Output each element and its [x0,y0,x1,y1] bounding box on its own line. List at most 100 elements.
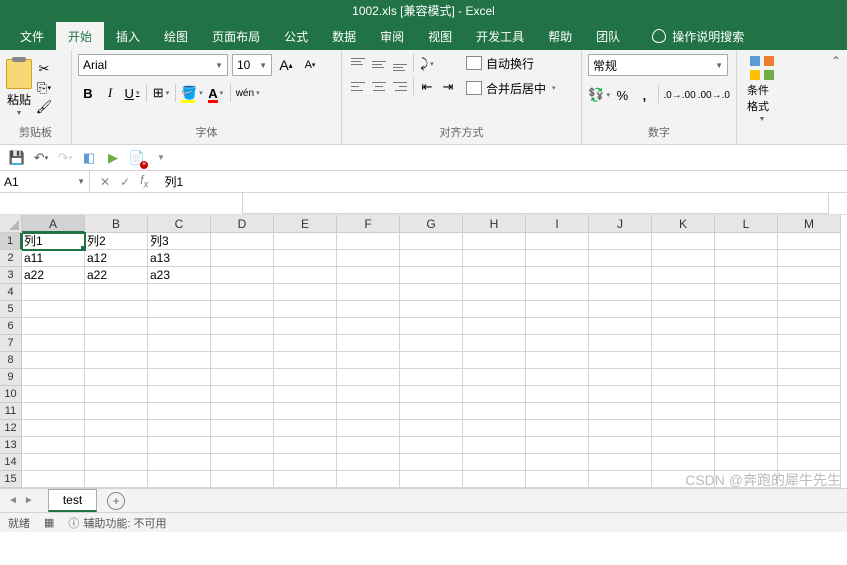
cell-G8[interactable] [400,352,463,369]
tell-me[interactable]: 操作说明搜索 [640,22,756,50]
cell-E9[interactable] [274,369,337,386]
qat-icon-3[interactable]: 📄× [128,149,146,167]
row-header-10[interactable]: 10 [0,386,22,403]
align-left-button[interactable] [348,77,368,97]
cell-G1[interactable] [400,233,463,250]
cell-K3[interactable] [652,267,715,284]
cell-L6[interactable] [715,318,778,335]
row-header-8[interactable]: 8 [0,352,22,369]
cell-B12[interactable] [85,420,148,437]
column-header-D[interactable]: D [211,215,274,233]
cell-G7[interactable] [400,335,463,352]
border-button[interactable]: ⊞▾ [151,83,171,103]
cell-J4[interactable] [589,284,652,301]
cell-J7[interactable] [589,335,652,352]
cell-I4[interactable] [526,284,589,301]
cell-A6[interactable] [22,318,85,335]
cell-G11[interactable] [400,403,463,420]
cell-L10[interactable] [715,386,778,403]
cell-G15[interactable] [400,471,463,488]
cell-D4[interactable] [211,284,274,301]
cell-A8[interactable] [22,352,85,369]
cell-F5[interactable] [337,301,400,318]
cell-H5[interactable] [463,301,526,318]
enter-formula-button[interactable]: ✓ [120,175,130,189]
cell-H3[interactable] [463,267,526,284]
cell-L12[interactable] [715,420,778,437]
cell-C8[interactable] [148,352,211,369]
cell-I15[interactable] [526,471,589,488]
tab-pagelayout[interactable]: 页面布局 [200,22,272,50]
select-all-corner[interactable] [0,215,22,233]
cell-K6[interactable] [652,318,715,335]
cell-A12[interactable] [22,420,85,437]
align-right-button[interactable] [390,77,410,97]
status-accessibility[interactable]: ⓘ辅助功能: 不可用 [68,515,166,531]
cell-M2[interactable] [778,250,841,267]
cell-M7[interactable] [778,335,841,352]
decrease-font-button[interactable]: A▾ [300,55,320,75]
insert-function-button[interactable]: fx [140,173,148,190]
cell-F3[interactable] [337,267,400,284]
tab-home[interactable]: 开始 [56,22,104,50]
cell-L11[interactable] [715,403,778,420]
cell-C6[interactable] [148,318,211,335]
cell-B11[interactable] [85,403,148,420]
cell-A2[interactable]: a11 [22,250,85,267]
cell-M6[interactable] [778,318,841,335]
number-format-combo[interactable]: 常规▼ [588,54,728,76]
cell-I1[interactable] [526,233,589,250]
orientation-button[interactable]: ⤸▾ [417,54,437,74]
cell-L7[interactable] [715,335,778,352]
cell-B5[interactable] [85,301,148,318]
cell-G5[interactable] [400,301,463,318]
fill-color-button[interactable]: 🪣▾ [180,83,204,103]
cell-B1[interactable]: 列2 [85,233,148,250]
underline-button[interactable]: U▾ [122,83,142,103]
cell-C9[interactable] [148,369,211,386]
cell-A13[interactable] [22,437,85,454]
cell-C7[interactable] [148,335,211,352]
undo-button[interactable]: ↶▾ [32,149,50,167]
cell-L8[interactable] [715,352,778,369]
cell-B7[interactable] [85,335,148,352]
cell-M1[interactable] [778,233,841,250]
cell-E4[interactable] [274,284,337,301]
cell-B10[interactable] [85,386,148,403]
cell-J1[interactable] [589,233,652,250]
comma-button[interactable]: , [634,85,654,105]
tab-insert[interactable]: 插入 [104,22,152,50]
cell-L13[interactable] [715,437,778,454]
cell-E2[interactable] [274,250,337,267]
cell-G14[interactable] [400,454,463,471]
cell-D13[interactable] [211,437,274,454]
qat-icon-1[interactable]: ◧ [80,149,98,167]
cell-G10[interactable] [400,386,463,403]
cell-K8[interactable] [652,352,715,369]
cell-D5[interactable] [211,301,274,318]
row-header-2[interactable]: 2 [0,250,22,267]
cell-I11[interactable] [526,403,589,420]
cell-D9[interactable] [211,369,274,386]
align-center-button[interactable] [369,77,389,97]
cell-A4[interactable] [22,284,85,301]
cell-K10[interactable] [652,386,715,403]
cell-G3[interactable] [400,267,463,284]
cell-I7[interactable] [526,335,589,352]
cell-E6[interactable] [274,318,337,335]
cell-J13[interactable] [589,437,652,454]
cell-J8[interactable] [589,352,652,369]
cell-G6[interactable] [400,318,463,335]
cell-H6[interactable] [463,318,526,335]
cell-L9[interactable] [715,369,778,386]
cell-G9[interactable] [400,369,463,386]
cell-A5[interactable] [22,301,85,318]
column-header-L[interactable]: L [715,215,778,233]
column-header-M[interactable]: M [778,215,841,233]
column-header-F[interactable]: F [337,215,400,233]
column-header-C[interactable]: C [148,215,211,233]
cell-C10[interactable] [148,386,211,403]
cell-C3[interactable]: a23 [148,267,211,284]
cell-A11[interactable] [22,403,85,420]
tab-file[interactable]: 文件 [8,22,56,50]
